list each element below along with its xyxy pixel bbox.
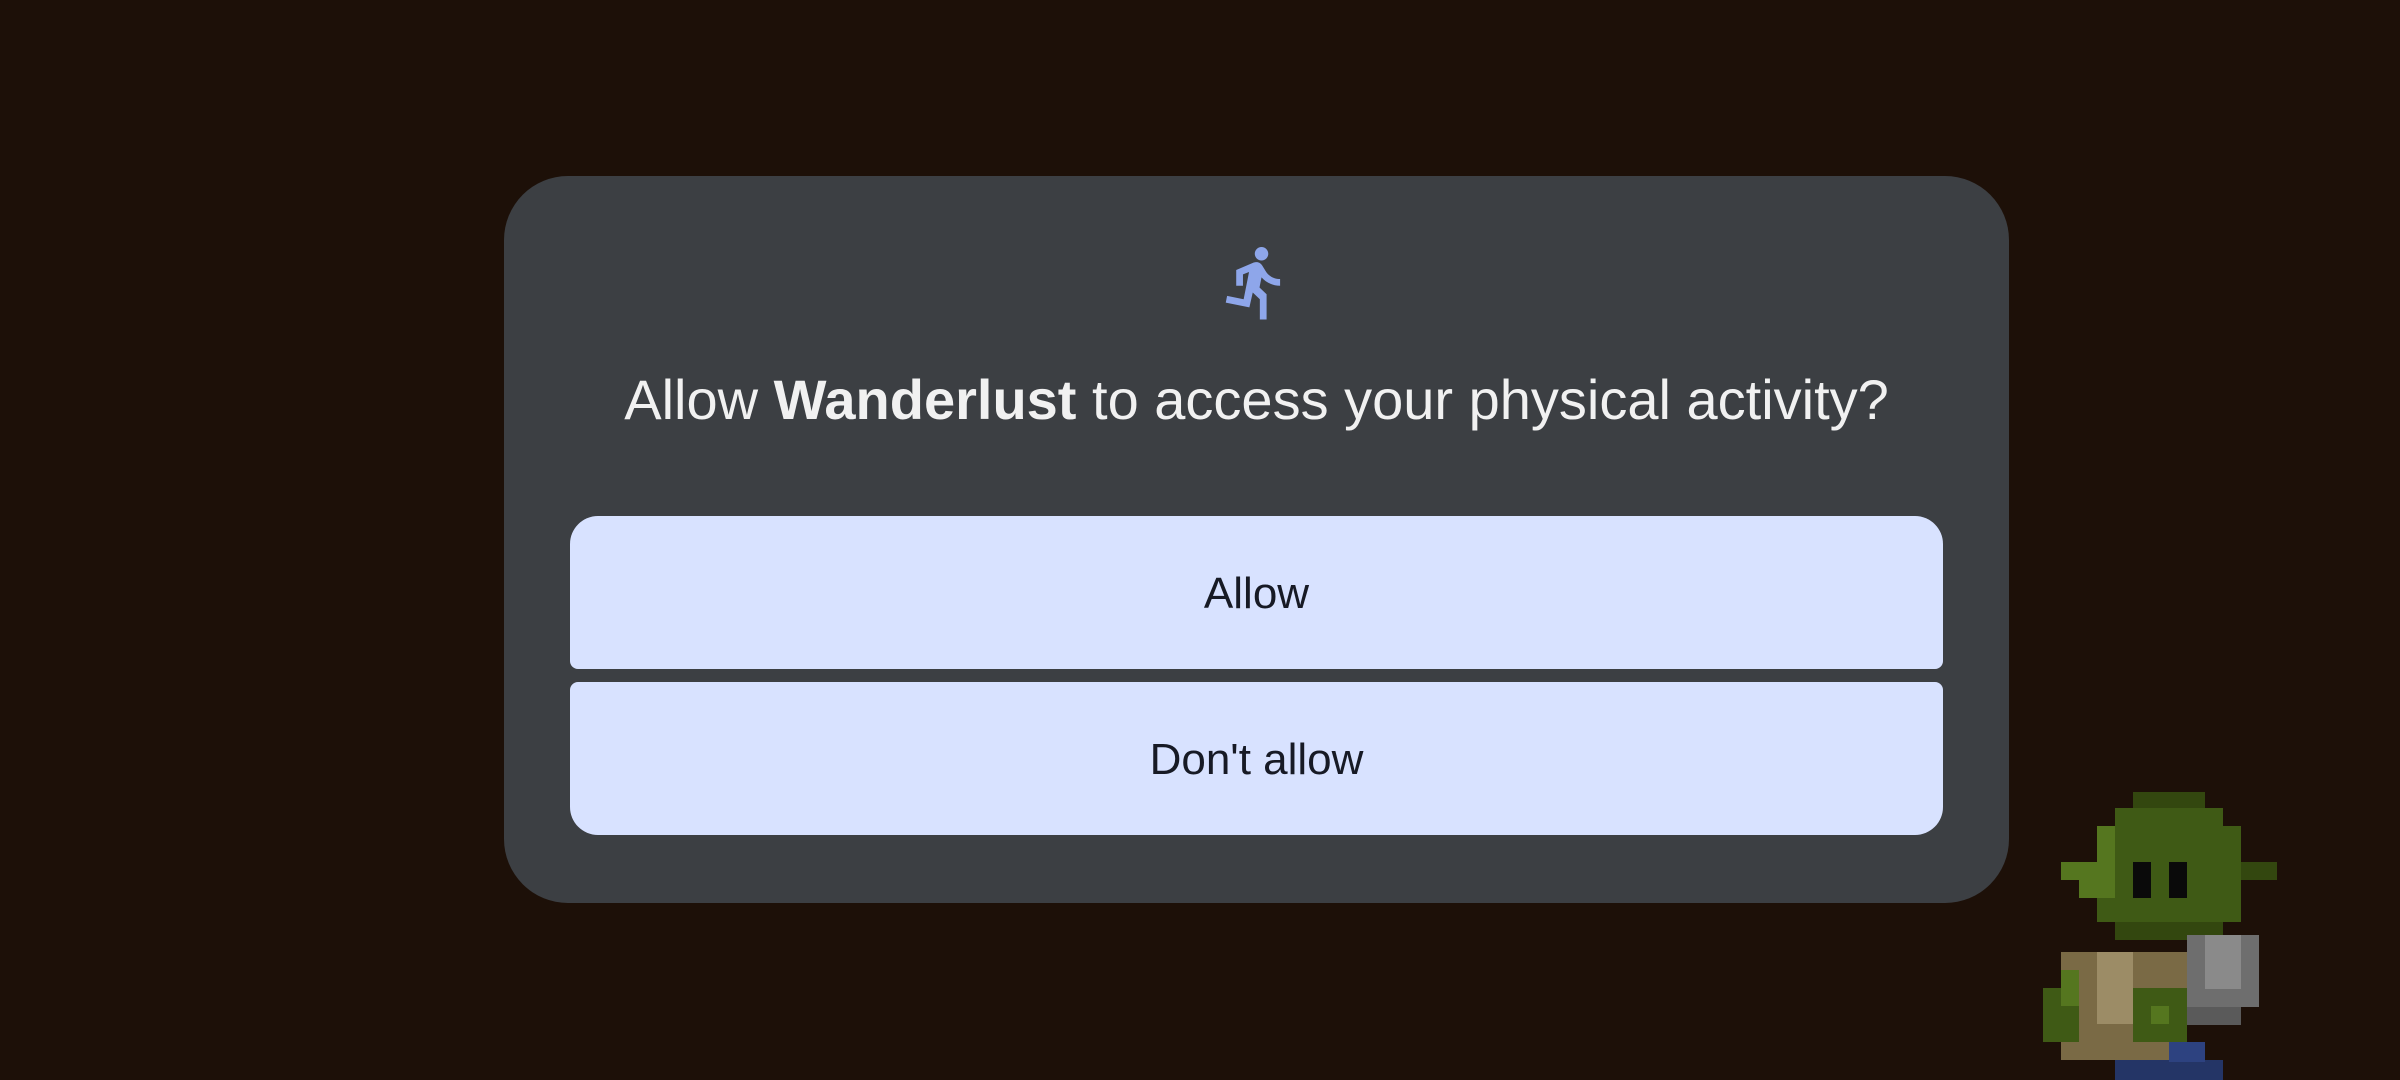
permission-dialog: Allow Wanderlust to access your physical… <box>504 176 2009 903</box>
dont-allow-button[interactable]: Don't allow <box>570 682 1943 835</box>
dialog-title: Allow Wanderlust to access your physical… <box>504 372 2009 428</box>
goblin-sprite <box>2043 792 2277 1080</box>
running-person-icon <box>1225 246 1281 320</box>
allow-button[interactable]: Allow <box>570 516 1943 669</box>
app-name: Wanderlust <box>773 368 1077 431</box>
title-prefix: Allow <box>624 368 774 431</box>
title-suffix: to access your physical activity? <box>1076 368 1889 431</box>
